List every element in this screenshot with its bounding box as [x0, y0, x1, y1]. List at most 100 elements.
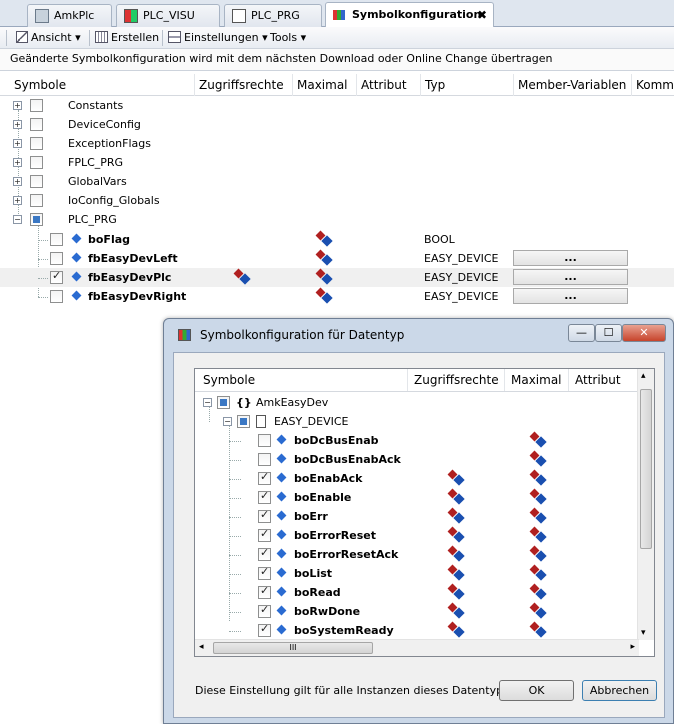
- checkbox-checked[interactable]: [258, 489, 271, 504]
- read-write-access-icon[interactable]: [529, 431, 547, 448]
- read-write-access-icon[interactable]: [315, 249, 333, 266]
- scroll-left-icon[interactable]: ◂: [199, 642, 204, 652]
- checkbox[interactable]: [30, 137, 43, 150]
- tree-row-plc-prg[interactable]: − PLC_PRG: [0, 210, 674, 229]
- column-header-maximal[interactable]: Maximal: [293, 74, 357, 96]
- access-rights-icon[interactable]: [447, 545, 465, 562]
- tab-plc-visu[interactable]: PLC_VISU: [116, 4, 220, 27]
- expand-icon[interactable]: +: [13, 120, 22, 129]
- scroll-up-icon[interactable]: ▴: [641, 371, 646, 381]
- column-header-members[interactable]: Member-Variablen: [514, 74, 632, 96]
- scroll-thumb[interactable]: [640, 389, 652, 549]
- member-variables-button[interactable]: ...: [513, 269, 628, 285]
- access-rights-icon[interactable]: [447, 507, 465, 524]
- tools-menu[interactable]: Tools ▾: [270, 30, 306, 46]
- checkbox-checked[interactable]: [258, 584, 271, 599]
- checkbox[interactable]: [30, 118, 43, 131]
- close-tab-icon[interactable]: ✖: [477, 3, 487, 27]
- collapse-icon[interactable]: −: [13, 215, 22, 224]
- column-header-access[interactable]: Zugriffsrechte: [408, 369, 505, 391]
- column-header-symbols[interactable]: Symbole: [195, 369, 408, 391]
- read-write-access-icon[interactable]: [529, 469, 547, 486]
- checkbox[interactable]: [258, 434, 271, 447]
- access-rights-icon[interactable]: [447, 526, 465, 543]
- checkbox-checked[interactable]: [258, 603, 271, 618]
- checkbox[interactable]: [30, 99, 43, 112]
- read-write-access-icon[interactable]: [529, 564, 547, 581]
- checkbox-checked[interactable]: [258, 470, 271, 485]
- cancel-button[interactable]: Abbrechen: [582, 680, 657, 701]
- access-rights-icon[interactable]: [233, 268, 251, 285]
- tree-row-ioconfig-globals[interactable]: + IoConfig_Globals: [0, 191, 674, 210]
- checkbox[interactable]: [30, 194, 43, 207]
- tree-row-globalvars[interactable]: + GlobalVars: [0, 172, 674, 191]
- tree-row-boflag[interactable]: boFlag BOOL: [0, 230, 674, 249]
- expand-icon[interactable]: +: [13, 101, 22, 110]
- access-rights-icon[interactable]: [447, 583, 465, 600]
- tree-row-amkeasydev[interactable]: − {} AmkEasyDev: [195, 393, 639, 412]
- read-write-access-icon[interactable]: [315, 230, 333, 247]
- settings-menu[interactable]: Einstellungen ▾: [168, 30, 268, 46]
- tree-row-fbeasydevplc[interactable]: fbEasyDevPlc EASY_DEVICE ...: [0, 268, 674, 287]
- access-rights-icon[interactable]: [447, 564, 465, 581]
- checkbox-partial[interactable]: [237, 415, 250, 428]
- column-header-type[interactable]: Typ: [421, 74, 514, 96]
- tree-row-deviceconfig[interactable]: + DeviceConfig: [0, 115, 674, 134]
- checkbox-checked[interactable]: [50, 269, 63, 284]
- member-variables-button[interactable]: ...: [513, 288, 628, 304]
- checkbox[interactable]: [50, 290, 63, 303]
- expand-icon[interactable]: +: [13, 139, 22, 148]
- build-button[interactable]: Erstellen: [95, 30, 159, 46]
- vertical-scrollbar[interactable]: ▴ ▾: [637, 369, 654, 640]
- checkbox-checked[interactable]: [258, 527, 271, 542]
- maximize-button[interactable]: ☐: [595, 324, 622, 342]
- read-write-access-icon[interactable]: [315, 268, 333, 285]
- checkbox-partial[interactable]: [30, 213, 43, 226]
- checkbox[interactable]: [50, 252, 63, 265]
- read-write-access-icon[interactable]: [529, 526, 547, 543]
- column-header-symbols[interactable]: Symbole: [10, 74, 195, 96]
- collapse-icon[interactable]: −: [223, 417, 232, 426]
- read-write-access-icon[interactable]: [315, 287, 333, 304]
- checkbox[interactable]: [258, 453, 271, 466]
- member-variables-button[interactable]: ...: [513, 250, 628, 266]
- checkbox[interactable]: [30, 175, 43, 188]
- member-row[interactable]: boList: [195, 564, 639, 583]
- tab-plc-prg[interactable]: PLC_PRG: [224, 4, 322, 27]
- expand-icon[interactable]: +: [13, 177, 22, 186]
- scroll-thumb[interactable]: III: [213, 642, 373, 654]
- horizontal-scrollbar[interactable]: ◂ III ▸: [195, 639, 639, 656]
- read-write-access-icon[interactable]: [529, 602, 547, 619]
- access-rights-icon[interactable]: [447, 469, 465, 486]
- tree-row-constants[interactable]: + Constants: [0, 96, 674, 115]
- collapse-icon[interactable]: −: [203, 398, 212, 407]
- column-header-maximal[interactable]: Maximal: [505, 369, 569, 391]
- tree-row-easy-device[interactable]: − EASY_DEVICE: [195, 412, 639, 431]
- member-row[interactable]: boEnable: [195, 488, 639, 507]
- member-row[interactable]: boDcBusEnabAck: [195, 450, 639, 469]
- member-row[interactable]: boErrorReset: [195, 526, 639, 545]
- tree-row-exceptionflags[interactable]: + ExceptionFlags: [0, 134, 674, 153]
- checkbox[interactable]: [50, 233, 63, 246]
- member-row[interactable]: boRwDone: [195, 602, 639, 621]
- read-write-access-icon[interactable]: [529, 450, 547, 467]
- read-write-access-icon[interactable]: [529, 621, 547, 638]
- tab-symbolkonfiguration[interactable]: Symbolkonfiguration ✖: [325, 2, 494, 28]
- member-row[interactable]: boEnabAck: [195, 469, 639, 488]
- expand-icon[interactable]: +: [13, 196, 22, 205]
- ok-button[interactable]: OK: [499, 680, 574, 701]
- close-button[interactable]: ✕: [622, 324, 666, 342]
- access-rights-icon[interactable]: [447, 488, 465, 505]
- read-write-access-icon[interactable]: [529, 545, 547, 562]
- column-header-attribute[interactable]: Attribut: [569, 369, 639, 391]
- checkbox-partial[interactable]: [217, 396, 230, 409]
- access-rights-icon[interactable]: [447, 602, 465, 619]
- column-header-access[interactable]: Zugriffsrechte: [195, 74, 293, 96]
- read-write-access-icon[interactable]: [529, 488, 547, 505]
- member-row[interactable]: boErrorResetAck: [195, 545, 639, 564]
- read-write-access-icon[interactable]: [529, 583, 547, 600]
- checkbox-checked[interactable]: [258, 508, 271, 523]
- column-header-attribute[interactable]: Attribut: [357, 74, 421, 96]
- scroll-down-icon[interactable]: ▾: [641, 628, 646, 638]
- checkbox-checked[interactable]: [258, 622, 271, 637]
